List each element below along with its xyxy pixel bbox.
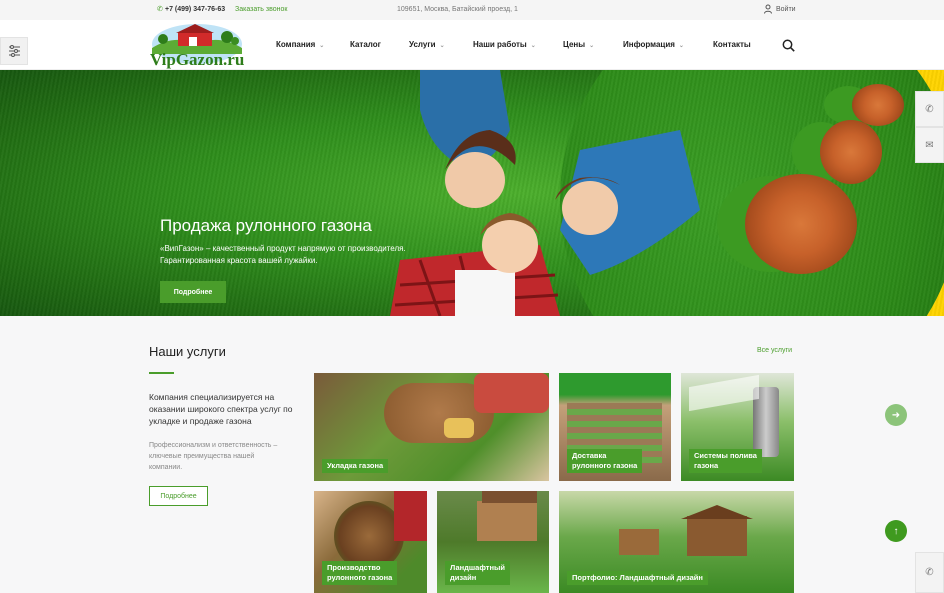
card-label: Производство рулонного газона <box>322 561 398 585</box>
nav-contacts[interactable]: Контакты <box>713 40 751 49</box>
main-header <box>0 20 944 70</box>
card-label: Ландшафтный дизайн <box>445 561 511 585</box>
phone-icon: ✆ <box>925 567 934 578</box>
user-icon[interactable] <box>763 4 773 14</box>
chevron-down-icon: ⌄ <box>319 43 325 49</box>
header-phone[interactable]: +7 (499) 347-76-63 <box>165 6 225 13</box>
login-link[interactable]: Войти <box>776 6 796 13</box>
card-label: Доставка рулонного газона <box>567 449 643 473</box>
chevron-down-icon: ⌄ <box>439 43 445 49</box>
settings-panel-button[interactable] <box>0 37 28 65</box>
phone-icon: ✆ <box>157 6 163 13</box>
services-sub-text: Профессионализм и ответственность – ключ… <box>149 442 278 471</box>
hero-kids-image <box>390 70 700 316</box>
services-more-button[interactable]: Подробнее <box>149 486 208 506</box>
sliders-icon <box>8 45 20 57</box>
service-card-landscape[interactable]: Ландшафтный дизайн <box>437 491 549 593</box>
hero-title: Продажа рулонного газона <box>160 216 372 235</box>
float-phone-button[interactable]: ✆ <box>915 91 944 127</box>
header-address: 109651, Москва, Батайский проезд, 1 <box>397 6 518 13</box>
services-title: Наши услуги <box>149 344 226 359</box>
chevron-down-icon: ⌄ <box>678 43 684 49</box>
all-services-link[interactable]: Все услуги <box>757 347 792 354</box>
turf-roll-image <box>745 174 857 274</box>
service-card-lawn-laying[interactable]: Укладка газона <box>314 373 549 481</box>
chevron-down-icon: ⌄ <box>589 43 595 49</box>
card-label: Укладка газона <box>322 459 389 473</box>
mail-icon: ✉ <box>925 139 934 151</box>
service-card-delivery[interactable]: Доставка рулонного газона <box>559 373 671 481</box>
turf-roll-image <box>852 84 904 126</box>
top-bar: ✆ +7 (499) 347-76-63 Заказать звонок 109… <box>0 0 944 20</box>
logo-text: VipGazon.ru <box>150 50 245 69</box>
hero-banner: Продажа рулонного газона «ВипГазон» – ка… <box>0 70 944 316</box>
card-label: Портфолио: Ландшафтный дизайн <box>567 571 708 585</box>
nav-company[interactable]: Компания ⌄ <box>276 40 324 49</box>
search-icon[interactable] <box>782 39 795 52</box>
arrow-right-icon[interactable]: ➜ <box>885 404 907 426</box>
turf-roll-image <box>820 120 882 184</box>
nav-services[interactable]: Услуги ⌄ <box>409 40 445 49</box>
nav-info[interactable]: Информация ⌄ <box>623 40 684 49</box>
chevron-down-icon: ⌄ <box>530 43 536 49</box>
nav-catalog[interactable]: Каталог <box>350 40 381 49</box>
arrow-up-icon[interactable]: ↑ <box>885 520 907 542</box>
float-mail-button[interactable]: ✉ <box>915 127 944 163</box>
service-card-production[interactable]: Производство рулонного газона <box>314 491 427 593</box>
callback-link[interactable]: Заказать звонок <box>235 6 287 13</box>
hero-description: «ВипГазон» – качественный продукт напрям… <box>160 244 406 265</box>
card-label: Системы полива газона <box>689 449 762 473</box>
nav-prices[interactable]: Цены ⌄ <box>563 40 594 49</box>
float-callback-button[interactable]: ✆ <box>915 552 944 593</box>
nav-our-works[interactable]: Наши работы ⌄ <box>473 40 536 49</box>
service-card-portfolio[interactable]: Портфолио: Ландшафтный дизайн <box>559 491 794 593</box>
services-lead-text: Компания специализируется на оказании ши… <box>149 392 293 426</box>
title-underline <box>149 372 174 374</box>
phone-icon: ✆ <box>925 103 934 115</box>
hero-more-button[interactable]: Подробнее <box>160 281 226 303</box>
service-card-irrigation[interactable]: Системы полива газона <box>681 373 794 481</box>
